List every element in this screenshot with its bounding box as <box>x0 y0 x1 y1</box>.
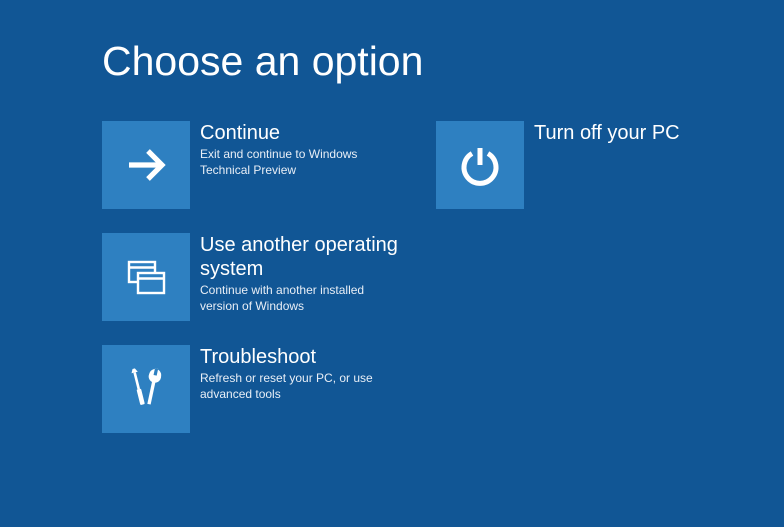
option-text: Use another operating system Continue wi… <box>200 233 404 321</box>
recovery-screen: Choose an option Continue Exit and conti… <box>0 0 784 433</box>
page-title: Choose an option <box>102 38 784 85</box>
windows-stack-icon <box>102 233 190 321</box>
option-title: Turn off your PC <box>534 121 680 145</box>
power-icon <box>436 121 524 209</box>
tools-icon <box>102 345 190 433</box>
option-description: Continue with another installed version … <box>200 283 404 314</box>
options-column-left: Continue Exit and continue to Windows Te… <box>102 121 404 433</box>
option-text: Continue Exit and continue to Windows Te… <box>200 121 404 209</box>
option-continue[interactable]: Continue Exit and continue to Windows Te… <box>102 121 404 209</box>
option-troubleshoot[interactable]: Troubleshoot Refresh or reset your PC, o… <box>102 345 404 433</box>
option-turn-off[interactable]: Turn off your PC <box>436 121 738 209</box>
option-title: Continue <box>200 121 404 145</box>
option-text: Troubleshoot Refresh or reset your PC, o… <box>200 345 404 433</box>
arrow-right-icon <box>102 121 190 209</box>
options-column-right: Turn off your PC <box>436 121 738 433</box>
options-grid: Continue Exit and continue to Windows Te… <box>102 121 784 433</box>
option-text: Turn off your PC <box>534 121 680 209</box>
option-use-another-os[interactable]: Use another operating system Continue wi… <box>102 233 404 321</box>
option-description: Exit and continue to Windows Technical P… <box>200 147 404 178</box>
option-description: Refresh or reset your PC, or use advance… <box>200 371 404 402</box>
option-title: Troubleshoot <box>200 345 404 369</box>
option-title: Use another operating system <box>200 233 404 281</box>
